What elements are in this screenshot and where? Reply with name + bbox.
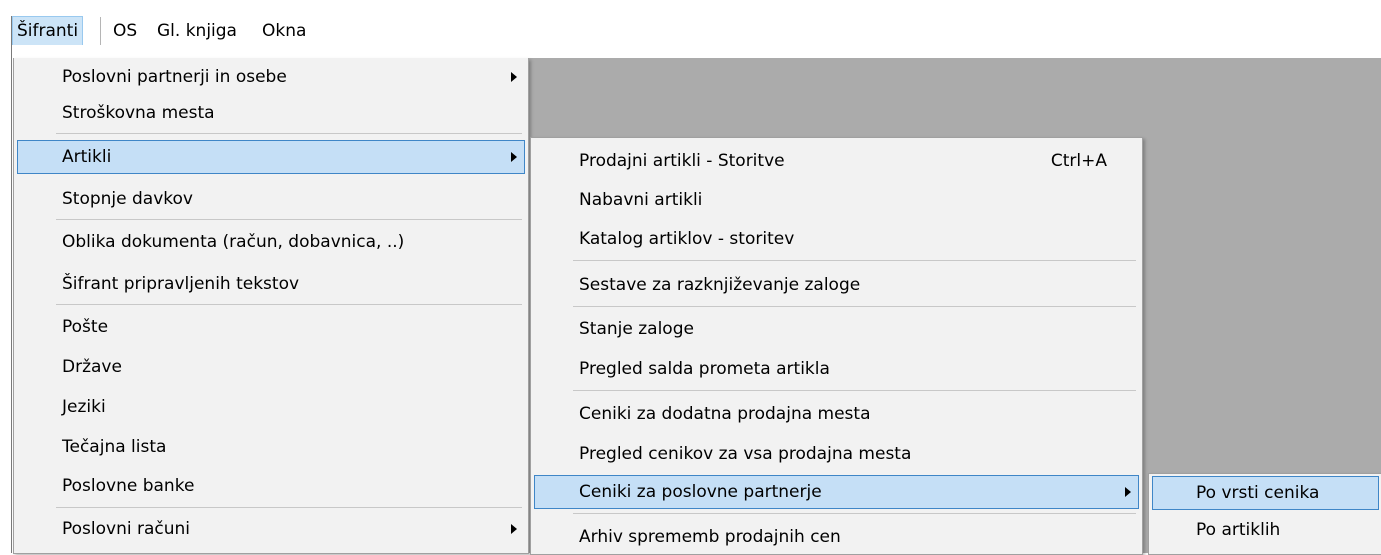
submenu-arrow-icon [511, 152, 517, 162]
menubar-os[interactable]: OS [109, 17, 141, 45]
menu-separator [573, 513, 1136, 514]
menu-item-label: Arhiv sprememb prodajnih cen [579, 527, 841, 547]
menubar-okna[interactable]: Okna [258, 17, 310, 45]
menubar-gl-knjiga-label: Gl. knjiga [157, 21, 237, 41]
menu-item-label: Stroškovna mesta [62, 103, 215, 123]
submenu-arrow-icon [1125, 487, 1131, 497]
menu-item-label: Katalog artiklov - storitev [579, 229, 795, 249]
menu-item-oblika-dokumenta[interactable]: Oblika dokumenta (račun, dobavnica, ..) [17, 225, 525, 259]
menubar-gl-knjiga[interactable]: Gl. knjiga [153, 17, 241, 45]
menu-item-label: Ceniki za poslovne partnerje [579, 482, 822, 502]
menu-item-artikli[interactable]: Artikli [17, 140, 525, 174]
menu-item-label: Pošte [62, 317, 109, 337]
menubar-sifranti-label: Šifranti [17, 21, 79, 41]
menu-item-poslovni-partnerji[interactable]: Poslovni partnerji in osebe [17, 60, 525, 94]
menu-item-katalog-artiklov[interactable]: Katalog artiklov - storitev [534, 222, 1139, 256]
menu-item-stopnje-davkov[interactable]: Stopnje davkov [17, 182, 525, 216]
menu-item-label: Stanje zaloge [579, 319, 694, 339]
menu-separator [56, 507, 522, 508]
menu-separator [573, 306, 1136, 307]
menu-separator [56, 133, 522, 134]
menu-item-poste[interactable]: Pošte [17, 310, 525, 344]
menu-item-label: Šifrant pripravljenih tekstov [62, 274, 300, 294]
sifranti-dropdown-menu: Poslovni partnerji in osebe Stroškovna m… [13, 58, 529, 554]
menu-item-shortcut: Ctrl+A [1050, 151, 1107, 171]
menu-item-ceniki-partnerje[interactable]: Ceniki za poslovne partnerje [534, 475, 1139, 509]
menu-item-arhiv-sprememb[interactable]: Arhiv sprememb prodajnih cen [534, 520, 1139, 554]
menu-item-poslovne-banke[interactable]: Poslovne banke [17, 469, 525, 503]
menu-item-label: Prodajni artikli - Storitve [579, 151, 785, 171]
menubar-okna-label: Okna [262, 21, 307, 41]
menubar: Šifranti OS Gl. knjiga Okna [0, 0, 1381, 45]
menu-item-ceniki-dodatna[interactable]: Ceniki za dodatna prodajna mesta [534, 397, 1139, 431]
menu-separator [56, 219, 522, 220]
menubar-sifranti[interactable]: Šifranti [12, 16, 84, 45]
menu-item-label: Stopnje davkov [62, 189, 193, 209]
menu-item-label: Poslovne banke [62, 476, 195, 496]
menubar-os-label: OS [113, 21, 138, 41]
menu-item-drzave[interactable]: Države [17, 350, 525, 384]
menu-item-pregled-cenikov[interactable]: Pregled cenikov za vsa prodajna mesta [534, 437, 1139, 471]
menu-item-sifrant-tekstov[interactable]: Šifrant pripravljenih tekstov [17, 267, 525, 301]
menu-item-sestave[interactable]: Sestave za razknjiževanje zaloge [534, 268, 1139, 302]
artikli-submenu: Prodajni artikli - Storitve Ctrl+A Nabav… [530, 137, 1143, 555]
menu-item-label: Tečajna lista [62, 437, 167, 457]
menu-item-label: Države [62, 357, 122, 377]
submenu-arrow-icon [511, 72, 517, 82]
menu-item-label: Artikli [62, 147, 112, 167]
menubar-separator [100, 17, 101, 45]
menu-item-label: Sestave za razknjiževanje zaloge [579, 275, 861, 295]
submenu-arrow-icon [511, 524, 517, 534]
menu-item-prodajni-artikli[interactable]: Prodajni artikli - Storitve Ctrl+A [534, 144, 1139, 178]
menu-item-label: Pregled salda prometa artikla [579, 359, 830, 379]
ceniki-partnerje-submenu: Po vrsti cenika Po artiklih [1148, 473, 1381, 555]
menu-item-label: Nabavni artikli [579, 190, 703, 210]
menu-item-po-artiklih[interactable]: Po artiklih [1152, 513, 1379, 547]
menu-item-label: Po vrsti cenika [1196, 483, 1320, 503]
menu-item-po-vrsti-cenika[interactable]: Po vrsti cenika [1152, 476, 1379, 510]
menu-item-pregled-salda[interactable]: Pregled salda prometa artikla [534, 352, 1139, 386]
menu-item-poslovni-racuni[interactable]: Poslovni računi [17, 512, 525, 546]
menu-item-label: Pregled cenikov za vsa prodajna mesta [579, 444, 912, 464]
window-left-border [11, 16, 12, 553]
menu-item-tecajna-lista[interactable]: Tečajna lista [17, 430, 525, 464]
menu-item-stroskovna-mesta[interactable]: Stroškovna mesta [17, 96, 525, 130]
menu-item-label: Po artiklih [1196, 520, 1281, 540]
menu-item-label: Poslovni partnerji in osebe [62, 67, 287, 87]
menu-item-stanje-zaloge[interactable]: Stanje zaloge [534, 312, 1139, 346]
menu-item-label: Poslovni računi [62, 519, 191, 539]
menu-item-nabavni-artikli[interactable]: Nabavni artikli [534, 183, 1139, 217]
menu-item-label: Oblika dokumenta (račun, dobavnica, ..) [62, 232, 405, 252]
menu-separator [573, 390, 1136, 391]
menu-item-label: Jeziki [62, 397, 106, 417]
menu-item-label: Ceniki za dodatna prodajna mesta [579, 404, 871, 424]
menu-separator [56, 304, 522, 305]
menu-item-jeziki[interactable]: Jeziki [17, 390, 525, 424]
menu-separator [573, 260, 1136, 261]
